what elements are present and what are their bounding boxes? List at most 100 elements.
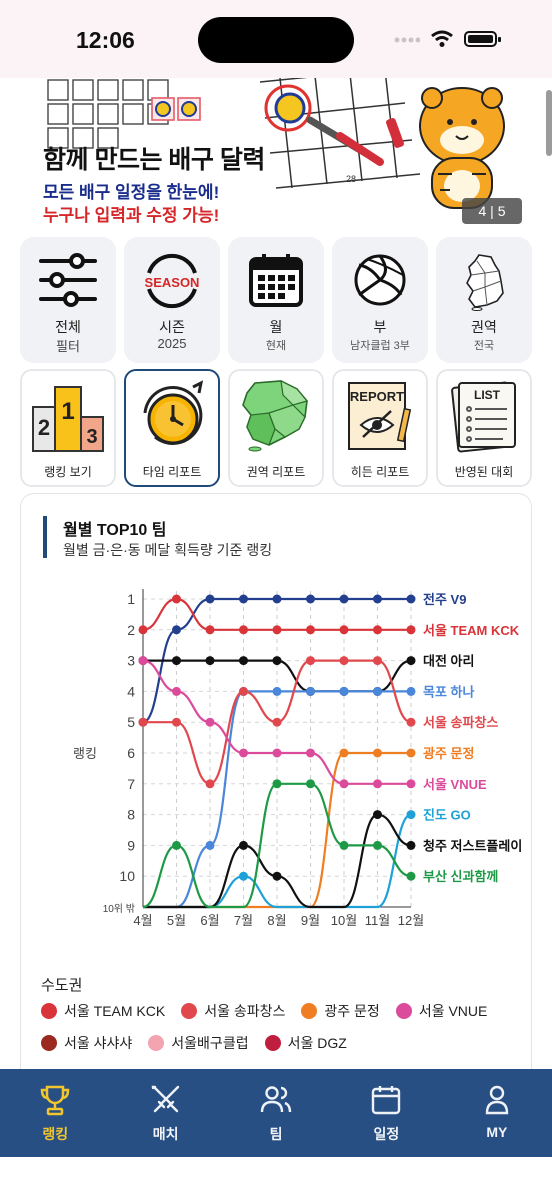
- data-point: [239, 871, 248, 881]
- y-tick-label: 5: [127, 714, 135, 730]
- filter-month-value: 현재: [265, 340, 287, 352]
- filter-all-label: 전체: [55, 319, 81, 335]
- filter-season-label: 시즌: [159, 319, 185, 335]
- tab-ranking[interactable]: 랭킹: [0, 1069, 110, 1157]
- data-point: [172, 656, 181, 666]
- trophy-icon: [40, 1085, 70, 1116]
- banner-title: 함께 만드는 배구 달력: [43, 146, 265, 174]
- y-tick-label: 2: [127, 622, 135, 638]
- filter-all-card[interactable]: 전체 필터: [20, 237, 116, 363]
- dynamic-island: [198, 17, 354, 63]
- tab-schedule[interactable]: 일정: [331, 1069, 441, 1157]
- data-point: [306, 625, 315, 635]
- data-point: [306, 594, 315, 604]
- y-tick-label: 10: [119, 868, 135, 884]
- tab-schedule-label: 일정: [373, 1126, 400, 1142]
- y-tick-label: 8: [127, 807, 135, 823]
- svg-text:28: 28: [346, 174, 356, 184]
- y-tick-label: 9: [127, 837, 135, 853]
- hidden-report-icon: REPORT: [348, 382, 412, 450]
- data-point: [172, 625, 181, 635]
- person-icon: [485, 1085, 509, 1115]
- data-point: [138, 656, 148, 666]
- x-tick-label: 8월: [267, 913, 286, 928]
- data-point: [205, 625, 215, 635]
- data-point: [272, 717, 282, 727]
- list-clipboard-icon: LIST: [451, 381, 516, 453]
- filter-region-value: 전국: [473, 340, 495, 352]
- legend-item[interactable]: 서울 TEAM KCK: [41, 1000, 165, 1022]
- scrollbar-thumb[interactable]: [546, 90, 552, 156]
- x-tick-label: 9월: [301, 913, 320, 928]
- time-report-card[interactable]: 타임 리포트: [124, 369, 220, 487]
- tab-team[interactable]: 팀: [221, 1069, 331, 1157]
- data-point: [205, 594, 215, 604]
- legend-group-title: 수도권: [41, 977, 83, 994]
- region-report-card[interactable]: 권역 리포트: [228, 369, 324, 487]
- data-point: [373, 748, 382, 758]
- legend-color-dot: [181, 1003, 198, 1019]
- data-point: [272, 779, 282, 789]
- filter-month-card[interactable]: 월 현재: [228, 237, 324, 363]
- data-point: [205, 656, 215, 666]
- legend-item[interactable]: 서울 DGZ: [264, 1032, 347, 1054]
- data-point: [239, 686, 248, 696]
- legend-item[interactable]: 서울 VNUE: [395, 1000, 488, 1022]
- data-point: [406, 717, 416, 727]
- data-point: [306, 779, 315, 789]
- y-tick-label: 4: [127, 683, 135, 699]
- legend-color-dot: [148, 1035, 165, 1051]
- data-point: [239, 748, 248, 758]
- y-tick-label: 7: [127, 776, 135, 792]
- svg-text:3: 3: [86, 426, 97, 448]
- stopwatch-icon: [143, 380, 204, 445]
- data-point: [138, 625, 148, 635]
- data-point: [406, 656, 416, 666]
- calendar-icon: [249, 254, 303, 307]
- series-end-label: 청주 저스트플레이: [423, 838, 522, 853]
- legend-item[interactable]: 서울 송파창스: [181, 1000, 285, 1022]
- crossed-swords-icon: [151, 1085, 179, 1113]
- tab-match[interactable]: 매치: [110, 1069, 220, 1157]
- legend-item-label: 서울 VNUE: [418, 1003, 488, 1019]
- series-end-label: 대전 아리: [423, 654, 474, 669]
- legend-item[interactable]: 서울 샤샤샤: [41, 1032, 132, 1054]
- reflected-tournaments-label: 반영된 대회: [454, 465, 514, 479]
- report-row: 2 1 3 랭킹 보기 타임 리포트 권역 리포트 REPORT 히든 리포트 …: [20, 369, 532, 487]
- promo-banner[interactable]: 28 함께 만드는 배구 달력 모든 배구 일정을 한눈에! 누구나 입력과 수…: [40, 78, 524, 230]
- data-point: [272, 748, 282, 758]
- x-tick-label: 11월: [365, 913, 390, 928]
- y-tick-label: 10위 밖: [103, 902, 135, 915]
- filter-sliders-icon: [39, 253, 97, 307]
- status-icons: [394, 30, 502, 48]
- series-end-label: 진도 GO: [423, 808, 471, 823]
- filter-division-label: 부: [373, 319, 387, 335]
- legend-color-dot: [41, 1035, 57, 1051]
- bottom-tab-bar: 랭킹 매치 팀 일정 MY: [0, 1069, 552, 1157]
- chart-legend: 서울 TEAM KCK 서울 송파창스 광주 문정 서울 VNUE 서울 샤샤샤 서울배구…: [41, 1000, 521, 1054]
- banner-subtitle-primary: 모든 배구 일정을 한눈에!: [43, 183, 220, 202]
- wifi-icon: [431, 30, 453, 47]
- ranking-view-card[interactable]: 2 1 3 랭킹 보기: [20, 369, 116, 487]
- filter-region-card[interactable]: 권역 전국: [436, 237, 532, 363]
- legend-item[interactable]: 서울배구클럽: [148, 1032, 249, 1054]
- tab-my[interactable]: MY: [442, 1069, 552, 1157]
- filter-row: 전체 필터 SEASON 시즌 2025 월 현재 부 남자클럽 3부 권역 전…: [20, 237, 532, 363]
- filter-division-card[interactable]: 부 남자클럽 3부: [332, 237, 428, 363]
- hidden-report-card[interactable]: REPORT 히든 리포트: [332, 369, 428, 487]
- filter-season-card[interactable]: SEASON 시즌 2025: [124, 237, 220, 363]
- x-tick-label: 4월: [133, 913, 152, 928]
- data-point: [306, 656, 315, 666]
- legend-item[interactable]: 광주 문정: [301, 1000, 380, 1022]
- reflected-tournaments-card[interactable]: LIST 반영된 대회: [436, 369, 532, 487]
- svg-text:2: 2: [38, 415, 50, 440]
- legend-item-label: 서울 송파창스: [204, 1003, 286, 1019]
- legend-item-label: 서울 TEAM KCK: [64, 1003, 166, 1019]
- season-logo-icon: SEASON: [145, 253, 199, 309]
- data-point: [272, 656, 282, 666]
- region-map-icon: [242, 379, 309, 452]
- data-point: [406, 810, 416, 820]
- status-bar: 12:06: [0, 0, 552, 78]
- x-tick-label: 6월: [200, 913, 219, 928]
- y-tick-label: 1: [127, 591, 135, 607]
